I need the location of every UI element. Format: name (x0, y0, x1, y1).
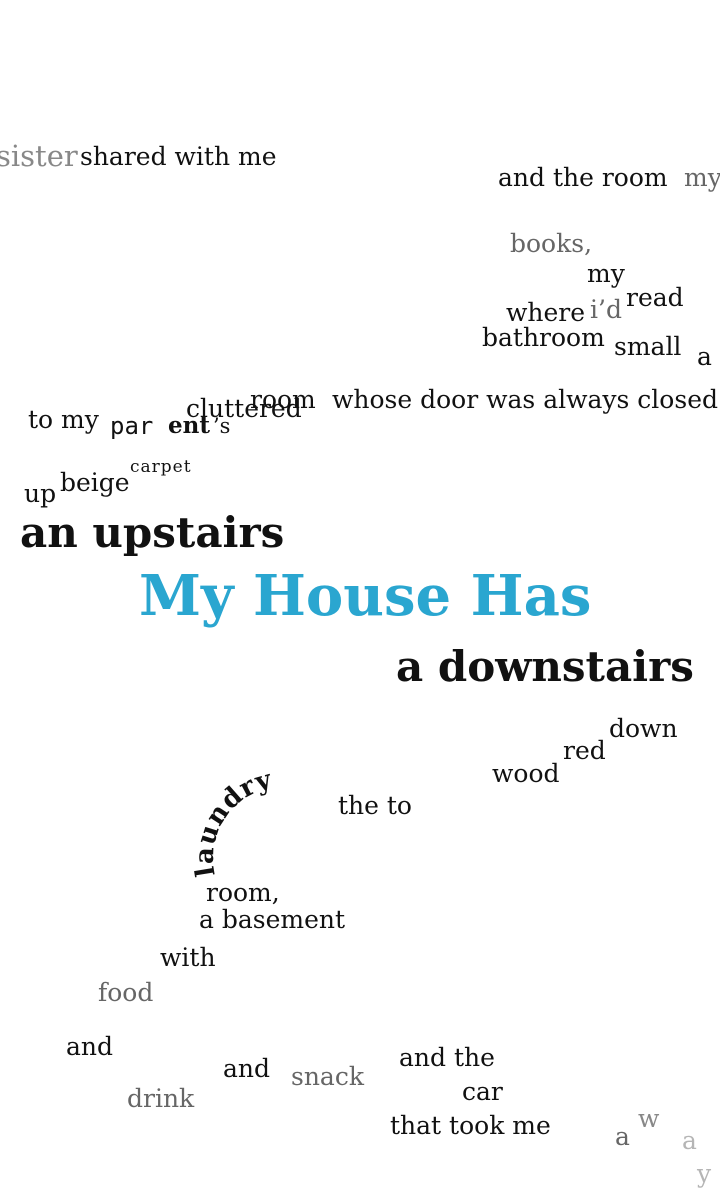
word-id: i’d (590, 295, 622, 324)
letter-away-w: w (638, 1104, 660, 1133)
word-the-to: the to (338, 791, 412, 820)
word-read: read (626, 283, 684, 312)
word-and-the-room: and the room (498, 163, 668, 192)
word-and-the: and the (399, 1043, 495, 1072)
word-wood: wood (492, 759, 560, 788)
word-snack: snack (291, 1062, 364, 1091)
letter-away-y: y (697, 1159, 712, 1188)
heading-upstairs: an upstairs (20, 508, 285, 557)
word-a-basement: a basement (199, 905, 346, 934)
word-that-took-me: that took me (390, 1111, 551, 1140)
word-where: where (506, 298, 586, 327)
word-my-1: my (684, 163, 720, 192)
svg-text:laundry: laundry (190, 765, 276, 879)
word-par: par (110, 412, 154, 440)
word-with: with (160, 943, 216, 972)
laundry-text: laundry (190, 765, 275, 879)
word-sister: sister (0, 139, 78, 173)
letter-away-a2: a (682, 1126, 697, 1155)
page-title: My House Has (139, 563, 592, 629)
concrete-poem: sister shared with me and the room my bo… (0, 0, 720, 1200)
word-whose-door: whose door was always closed (332, 385, 718, 414)
word-laundry-curved: laundry (190, 765, 275, 879)
word-food: food (98, 978, 154, 1007)
word-shared-with-me: shared with me (80, 142, 277, 171)
word-carpet: carpet (130, 457, 192, 477)
word-up: up (24, 479, 57, 508)
word-my-2: my (587, 259, 625, 288)
word-down: down (609, 714, 678, 743)
word-small: small (614, 332, 682, 361)
heading-downstairs: a downstairs (396, 642, 694, 691)
word-books: books, (510, 229, 593, 258)
word-and-2: and (223, 1054, 271, 1083)
word-bathroom: bathroom (482, 323, 605, 352)
word-beige: beige (60, 468, 130, 497)
word-a: a (697, 342, 712, 371)
letter-away-a: a (615, 1122, 630, 1151)
word-to-my: to my (28, 405, 99, 434)
word-room-comma: room, (206, 878, 280, 907)
word-s: ’s (213, 414, 231, 438)
word-car: car (462, 1077, 503, 1106)
word-drink: drink (127, 1084, 195, 1113)
word-red: red (563, 736, 606, 765)
word-and-1: and (66, 1032, 114, 1061)
word-ent: ent (168, 412, 210, 439)
